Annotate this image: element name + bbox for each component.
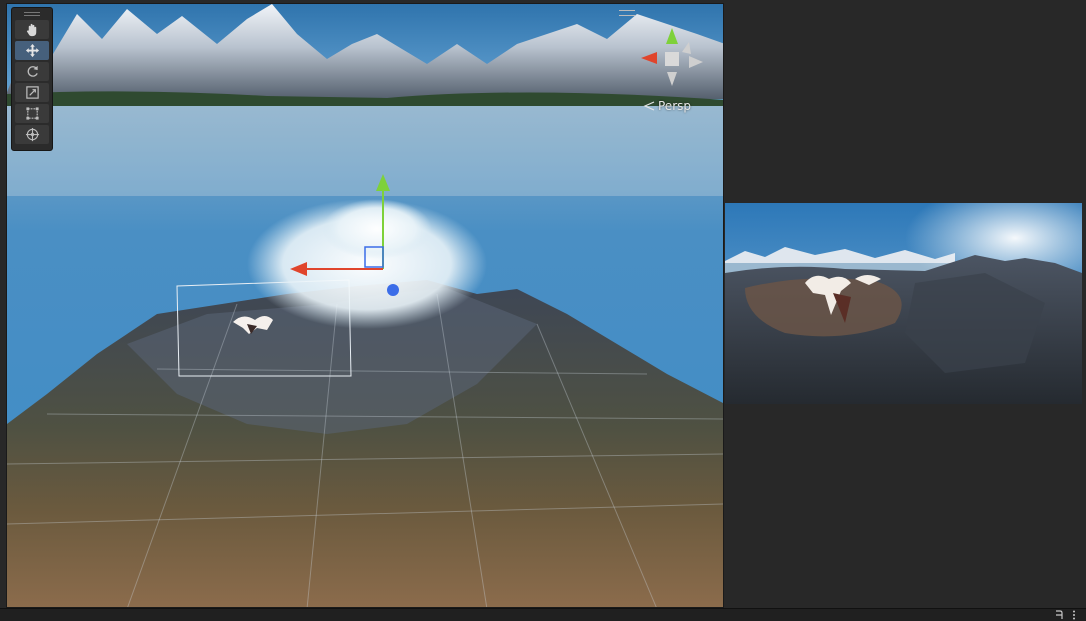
tool-palette bbox=[11, 7, 53, 151]
palette-grip[interactable] bbox=[15, 10, 49, 18]
scale-icon bbox=[25, 86, 39, 99]
projection-label: Persp bbox=[658, 99, 691, 113]
plane-handle[interactable] bbox=[364, 246, 384, 268]
perspective-icon bbox=[643, 101, 655, 111]
z-axis-handle[interactable] bbox=[387, 284, 399, 296]
y-axis-arrow[interactable] bbox=[376, 174, 390, 191]
status-bar bbox=[0, 608, 1086, 621]
status-icons bbox=[1054, 610, 1076, 620]
scale-tool-button[interactable] bbox=[15, 83, 49, 102]
neg-y-cone-icon[interactable] bbox=[667, 72, 677, 86]
z-cone-icon[interactable] bbox=[682, 42, 691, 54]
transform-icon bbox=[25, 127, 39, 142]
y-cone-icon[interactable] bbox=[666, 28, 678, 44]
side-panel bbox=[724, 0, 1086, 608]
rect-transform-icon bbox=[25, 107, 39, 120]
neg-x-cone-icon[interactable] bbox=[689, 56, 703, 68]
hand-tool-button[interactable] bbox=[15, 20, 49, 39]
move-gizmo[interactable] bbox=[285, 169, 425, 299]
move-arrows-icon bbox=[25, 43, 39, 58]
rotate-icon bbox=[27, 65, 38, 77]
transform-tool-button[interactable] bbox=[15, 125, 49, 144]
rect-tool-button[interactable] bbox=[15, 104, 49, 123]
move-tool-button[interactable] bbox=[15, 41, 49, 60]
gizmo-center-cube[interactable] bbox=[665, 52, 679, 66]
rotate-tool-button[interactable] bbox=[15, 62, 49, 81]
game-view-preview[interactable] bbox=[725, 203, 1082, 404]
scene-view-options-handle[interactable] bbox=[619, 10, 635, 16]
hand-icon bbox=[26, 23, 36, 37]
unity-editor-window: Persp bbox=[0, 0, 1086, 621]
more-options-icon[interactable] bbox=[1072, 610, 1076, 620]
debug-icon[interactable] bbox=[1054, 610, 1064, 620]
x-axis-arrow[interactable] bbox=[290, 262, 307, 276]
orientation-gizmo[interactable] bbox=[637, 24, 707, 94]
x-cone-icon[interactable] bbox=[641, 52, 657, 64]
scene-view[interactable]: Persp bbox=[6, 3, 724, 608]
game-render bbox=[725, 203, 1082, 404]
projection-toggle[interactable]: Persp bbox=[643, 99, 691, 113]
scene-render bbox=[7, 4, 723, 607]
